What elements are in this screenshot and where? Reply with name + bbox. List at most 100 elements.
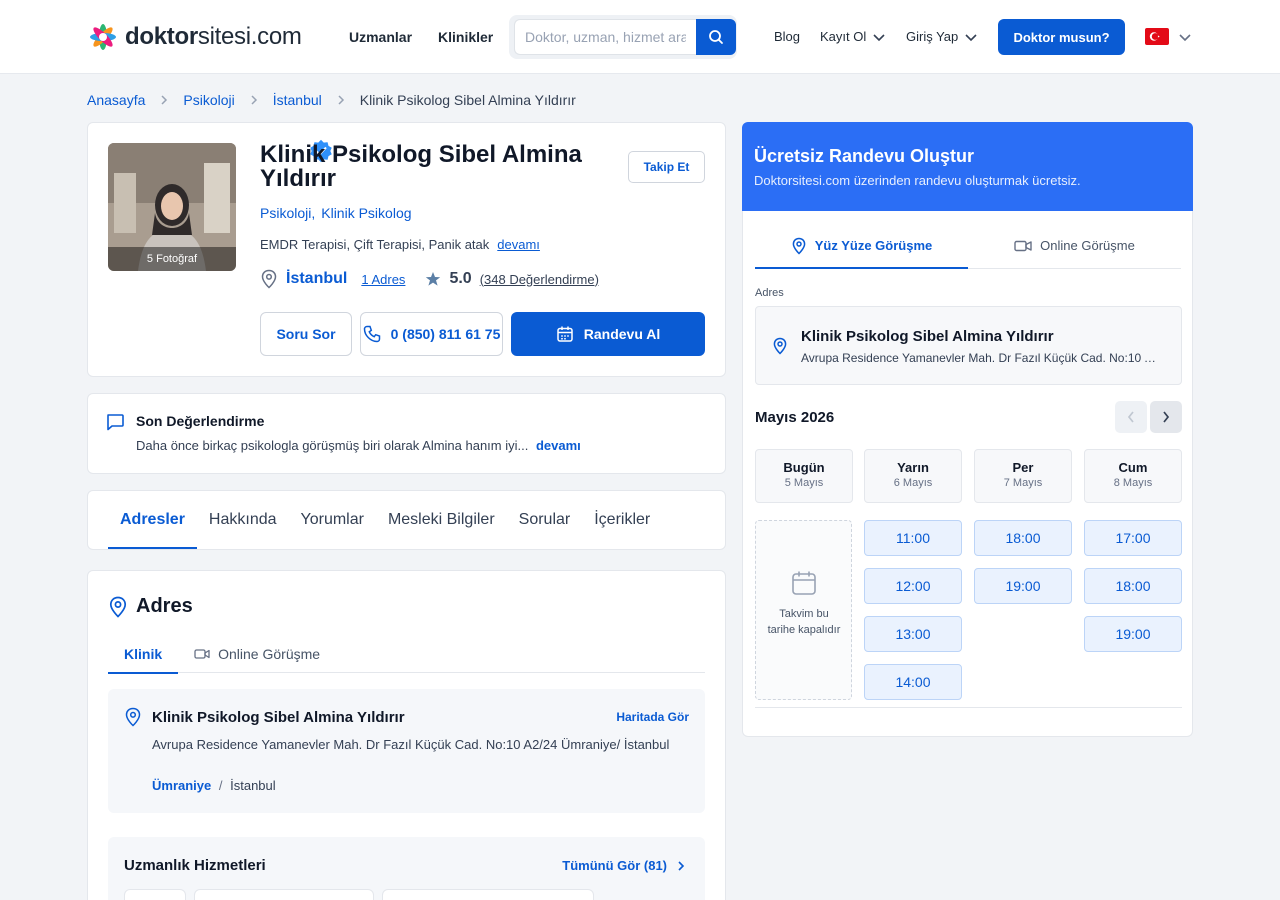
photo-count-label: 5 Fotoğraf <box>108 247 236 271</box>
time-slot[interactable]: 13:00 <box>864 616 962 652</box>
calendar-closed-notice: Takvim bu tarihe kapalıdır <box>755 520 852 700</box>
login-label: Giriş Yap <box>906 29 959 44</box>
booking-address-name: Klinik Psikolog Sibel Almina Yıldırır <box>801 328 1054 345</box>
specialty-list: Psikoloji, Klinik Psikolog <box>260 205 412 221</box>
turkey-flag-icon[interactable] <box>1145 28 1169 45</box>
logo-text-rest: sitesi.com <box>197 23 302 50</box>
chevron-right-icon <box>159 94 169 106</box>
phone-button[interactable]: 0 (850) 811 61 75 <box>360 312 503 356</box>
rating-value: 5.0 <box>449 270 472 287</box>
service-chip[interactable] <box>124 889 186 900</box>
time-slot[interactable]: 18:00 <box>974 520 1072 556</box>
login-dropdown[interactable]: Giriş Yap <box>906 29 978 44</box>
chevron-down-icon <box>965 33 977 41</box>
tab-yorumlar[interactable]: Yorumlar <box>289 491 376 549</box>
clinic-name: Klinik Psikolog Sibel Almina Yıldırır <box>152 709 405 726</box>
breadcrumb-psikoloji[interactable]: Psikoloji <box>183 92 234 108</box>
calendar-closed-text: Takvim bu tarihe kapalıdır <box>767 608 841 636</box>
address-section-title: Adres <box>136 595 193 617</box>
prev-week-button[interactable] <box>1115 401 1147 433</box>
services-more-link[interactable]: devamı <box>497 237 540 252</box>
day-name: Per <box>1012 460 1034 475</box>
service-chip[interactable] <box>194 889 374 900</box>
ask-question-button[interactable]: Soru Sor <box>260 312 352 356</box>
search-input[interactable] <box>514 19 696 55</box>
specialty-link[interactable]: Psikoloji, <box>260 205 315 221</box>
service-chip[interactable] <box>382 889 594 900</box>
day-header: Cum 8 Mayıs <box>1084 449 1182 503</box>
district-link[interactable]: Ümraniye <box>152 778 211 793</box>
profile-city: İstanbul <box>286 270 348 287</box>
clinic-location: Ümraniye / İstanbul <box>152 778 276 793</box>
address-card: Adres Klinik Online Görüşme Klinik Psiko… <box>87 570 726 900</box>
chat-bubble-icon <box>107 414 124 431</box>
day-header: Bugün 5 Mayıs <box>755 449 853 503</box>
show-on-map-link[interactable]: Haritada Gör <box>616 710 689 724</box>
booking-address-select[interactable]: Klinik Psikolog Sibel Almina Yıldırır Av… <box>755 306 1182 385</box>
services-title: Uzmanlık Hizmetleri <box>124 857 266 874</box>
doctor-cta-button[interactable]: Doktor musun? <box>998 19 1125 55</box>
tab-icerikler[interactable]: İçerikler <box>582 491 662 549</box>
address-count-link[interactable]: 1 Adres <box>361 272 405 287</box>
time-slot[interactable]: 19:00 <box>974 568 1072 604</box>
time-slot[interactable]: 14:00 <box>864 664 962 700</box>
tab-in-person[interactable]: Yüz Yüze Görüşme <box>755 223 968 269</box>
subtab-klinik[interactable]: Klinik <box>108 635 179 674</box>
services-summary: EMDR Terapisi, Çift Terapisi, Panik atak… <box>260 237 540 252</box>
address-subtabs: Klinik Online Görüşme <box>108 635 705 674</box>
time-slot[interactable]: 17:00 <box>1084 520 1182 556</box>
reviews-link[interactable]: (348 Değerlendirme) <box>480 272 599 287</box>
day-header: Per 7 Mayıs <box>974 449 1072 503</box>
day-header: Yarın 6 Mayıs <box>864 449 962 503</box>
nav-blog[interactable]: Blog <box>774 29 800 44</box>
register-dropdown[interactable]: Kayıt Ol <box>820 29 886 44</box>
tab-adresler[interactable]: Adresler <box>108 491 197 549</box>
day-date: 6 Mayıs <box>893 477 933 489</box>
last-review-excerpt: Daha önce birkaç psikologla görüşmüş bir… <box>136 438 529 453</box>
video-camera-icon <box>1014 240 1032 251</box>
chevron-right-icon <box>1163 411 1170 423</box>
clinic-address-box: Klinik Psikolog Sibel Almina Yıldırır Ha… <box>108 689 705 813</box>
time-slot[interactable]: 18:00 <box>1084 568 1182 604</box>
site-logo[interactable]: doktorsitesi.com <box>87 21 302 53</box>
profile-tabs-card: Adresler Hakkında Yorumlar Mesleki Bilgi… <box>87 490 726 550</box>
chevron-down-icon[interactable] <box>1178 30 1192 44</box>
tab-sorular[interactable]: Sorular <box>507 491 583 549</box>
specialty-link[interactable]: Klinik Psikolog <box>321 205 411 221</box>
booking-panel: Yüz Yüze Görüşme Online Görüşme Adres Kl… <box>742 211 1193 737</box>
services-view-all-link[interactable]: Tümünü Gör (81) <box>562 858 685 873</box>
breadcrumb: Anasayfa Psikoloji İstanbul Klinik Psiko… <box>87 92 576 108</box>
search-button[interactable] <box>696 19 736 55</box>
tab-online[interactable]: Online Görüşme <box>968 223 1181 268</box>
booking-tabs: Yüz Yüze Görüşme Online Görüşme <box>755 223 1181 269</box>
register-label: Kayıt Ol <box>820 29 867 44</box>
time-slot[interactable]: 12:00 <box>864 568 962 604</box>
subtab-online[interactable]: Online Görüşme <box>178 635 336 673</box>
last-review-more-link[interactable]: devamı <box>536 438 581 453</box>
services-text: EMDR Terapisi, Çift Terapisi, Panik atak <box>260 237 490 252</box>
book-appointment-button[interactable]: Randevu Al <box>511 312 705 356</box>
breadcrumb-home[interactable]: Anasayfa <box>87 92 145 108</box>
breadcrumb-istanbul[interactable]: İstanbul <box>273 92 322 108</box>
profile-photo[interactable]: 5 Fotoğraf <box>108 143 236 271</box>
chevron-right-icon <box>678 860 685 871</box>
clinic-address: Avrupa Residence Yamanevler Mah. Dr Fazı… <box>152 737 670 752</box>
tab-mesleki-bilgiler[interactable]: Mesleki Bilgiler <box>376 491 507 549</box>
nav-klinikler[interactable]: Klinikler <box>438 29 493 45</box>
tab-hakkinda[interactable]: Hakkında <box>197 491 289 549</box>
location-separator: / <box>218 778 223 793</box>
tab-in-person-label: Yüz Yüze Görüşme <box>814 238 933 253</box>
nav-uzmanlar[interactable]: Uzmanlar <box>349 29 412 45</box>
video-camera-icon <box>194 649 210 659</box>
day-name: Yarın <box>897 460 929 475</box>
next-week-button[interactable] <box>1150 401 1182 433</box>
profile-meta: İstanbul 1 Adres 5.0 (348 Değerlendirme) <box>260 269 599 289</box>
chevron-right-icon <box>249 94 259 106</box>
chevron-right-icon <box>336 94 346 106</box>
follow-button[interactable]: Takip Et <box>628 151 705 183</box>
chevron-down-icon <box>873 33 885 41</box>
time-slot[interactable]: 11:00 <box>864 520 962 556</box>
location-pin-icon <box>125 707 141 727</box>
day-name: Bugün <box>783 460 825 475</box>
time-slot[interactable]: 19:00 <box>1084 616 1182 652</box>
